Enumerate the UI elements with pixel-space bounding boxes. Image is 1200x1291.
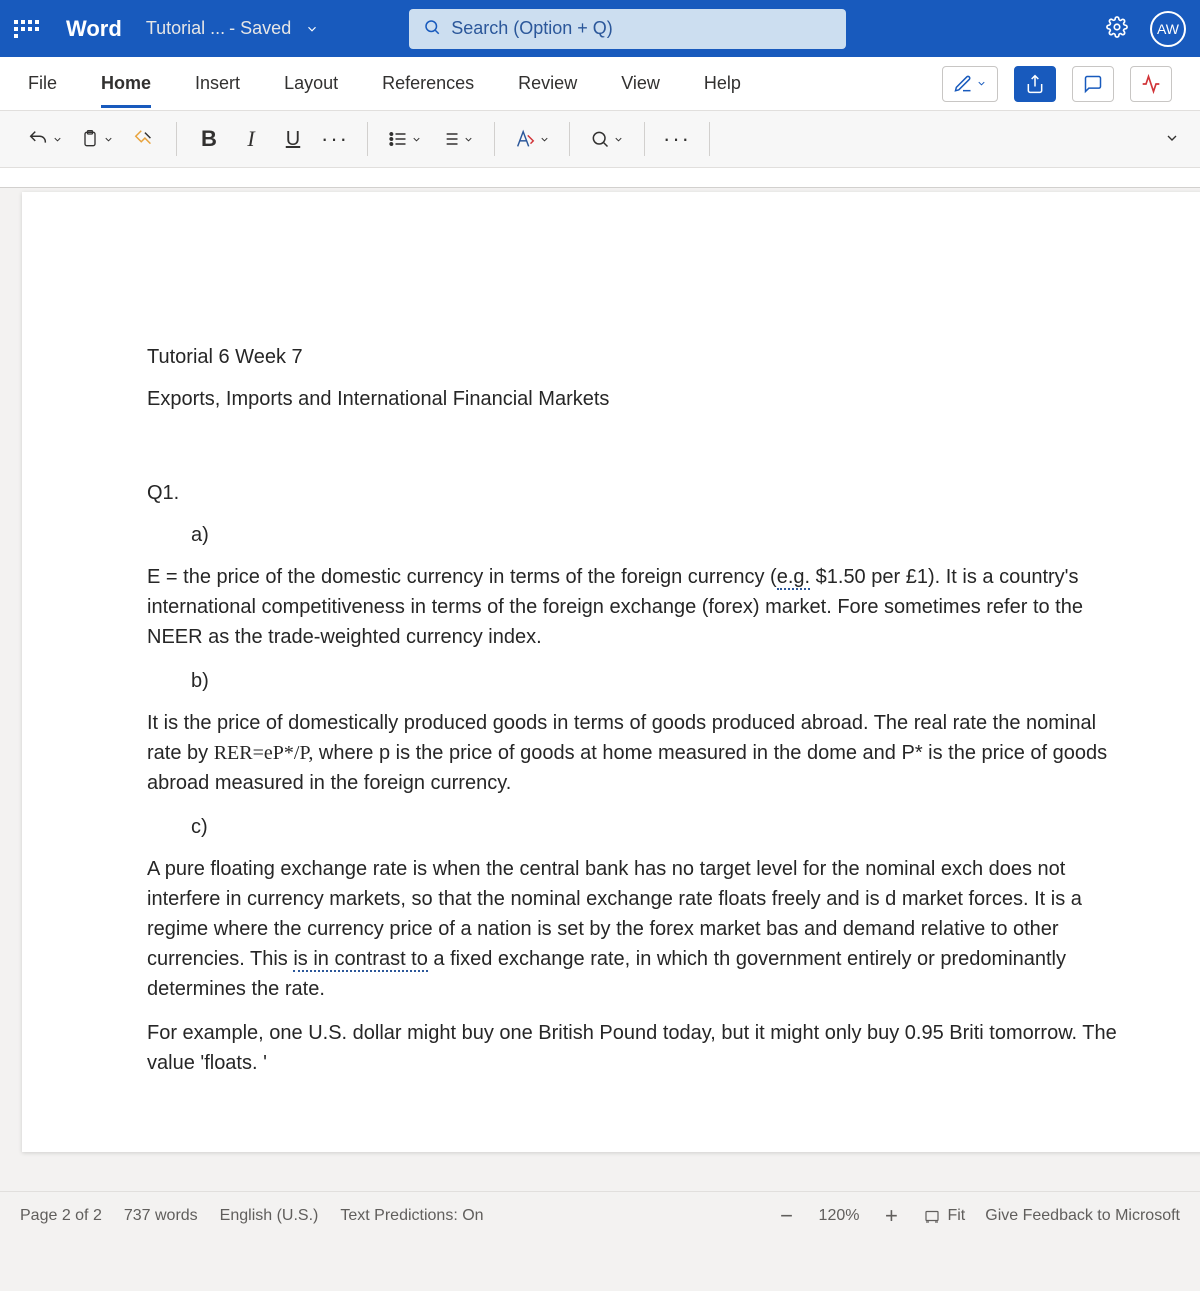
find-button[interactable] (582, 117, 632, 161)
app-launcher-icon[interactable] (14, 20, 42, 38)
bold-button[interactable]: B (189, 117, 229, 161)
title-dropdown[interactable] (305, 22, 319, 36)
app-name: Word (66, 16, 122, 42)
share-button[interactable] (1014, 66, 1056, 102)
doc-para-d: For example, one U.S. dollar might buy o… (147, 1018, 1117, 1078)
settings-icon[interactable] (1106, 16, 1128, 41)
ruler (0, 168, 1200, 188)
spell-suggestion[interactable]: e.g. (777, 566, 810, 590)
comments-button[interactable] (1072, 66, 1114, 102)
italic-button[interactable]: I (231, 117, 271, 161)
tab-help[interactable]: Help (704, 59, 741, 108)
doc-b: b) (147, 666, 1117, 696)
title-bar: Word Tutorial ... - Saved AW (0, 0, 1200, 57)
activity-button[interactable] (1130, 66, 1172, 102)
ribbon-tabs: File Home Insert Layout References Revie… (0, 57, 1200, 111)
doc-heading-1: Tutorial 6 Week 7 (147, 342, 1117, 372)
tab-insert[interactable]: Insert (195, 59, 240, 108)
page-indicator[interactable]: Page 2 of 2 (20, 1207, 102, 1225)
zoom-in-button[interactable]: + (879, 1203, 903, 1229)
more-font-button[interactable]: ··· (315, 117, 355, 161)
fit-button[interactable]: Fit (923, 1207, 965, 1225)
user-avatar[interactable]: AW (1150, 11, 1186, 47)
spell-error[interactable]: eP (264, 742, 284, 764)
tab-review[interactable]: Review (518, 59, 577, 108)
undo-button[interactable] (20, 117, 70, 161)
numbering-button[interactable] (432, 117, 482, 161)
save-status: - Saved (229, 18, 291, 39)
text-predictions[interactable]: Text Predictions: On (340, 1207, 483, 1225)
document-name[interactable]: Tutorial ... (146, 18, 225, 39)
document-page[interactable]: Tutorial 6 Week 7 Exports, Imports and I… (22, 192, 1200, 1152)
status-bar: Page 2 of 2 737 words English (U.S.) Tex… (0, 1191, 1200, 1240)
search-icon (423, 18, 441, 39)
doc-q1: Q1. (147, 478, 1117, 508)
doc-para-b: It is the price of domestically produced… (147, 708, 1117, 798)
paste-button[interactable] (72, 117, 122, 161)
doc-para-c: A pure floating exchange rate is when th… (147, 854, 1117, 1004)
format-painter-button[interactable] (124, 117, 164, 161)
search-input[interactable] (451, 18, 832, 39)
tab-home[interactable]: Home (101, 59, 151, 108)
editing-mode-button[interactable] (942, 66, 998, 102)
tab-file[interactable]: File (28, 59, 57, 108)
language-indicator[interactable]: English (U.S.) (220, 1207, 319, 1225)
word-count[interactable]: 737 words (124, 1207, 198, 1225)
document-canvas: Tutorial 6 Week 7 Exports, Imports and I… (0, 168, 1200, 1240)
more-commands-button[interactable]: ··· (657, 117, 697, 161)
zoom-level[interactable]: 120% (819, 1207, 860, 1225)
underline-button[interactable]: U (273, 117, 313, 161)
ribbon-toolbar: B I U ··· ··· (0, 111, 1200, 168)
collapse-ribbon-icon[interactable] (1164, 130, 1180, 149)
styles-button[interactable] (507, 117, 557, 161)
doc-para-a: E = the price of the domestic currency i… (147, 562, 1117, 652)
search-box[interactable] (409, 9, 846, 49)
tab-layout[interactable]: Layout (284, 59, 338, 108)
tab-view[interactable]: View (621, 59, 660, 108)
bullets-button[interactable] (380, 117, 430, 161)
spell-suggestion[interactable]: is in contrast to (293, 948, 428, 972)
doc-heading-2: Exports, Imports and International Finan… (147, 384, 1117, 414)
doc-c: c) (147, 812, 1117, 842)
feedback-link[interactable]: Give Feedback to Microsoft (985, 1207, 1180, 1225)
tab-references[interactable]: References (382, 59, 474, 108)
doc-a: a) (147, 520, 1117, 550)
zoom-out-button[interactable]: − (775, 1203, 799, 1229)
